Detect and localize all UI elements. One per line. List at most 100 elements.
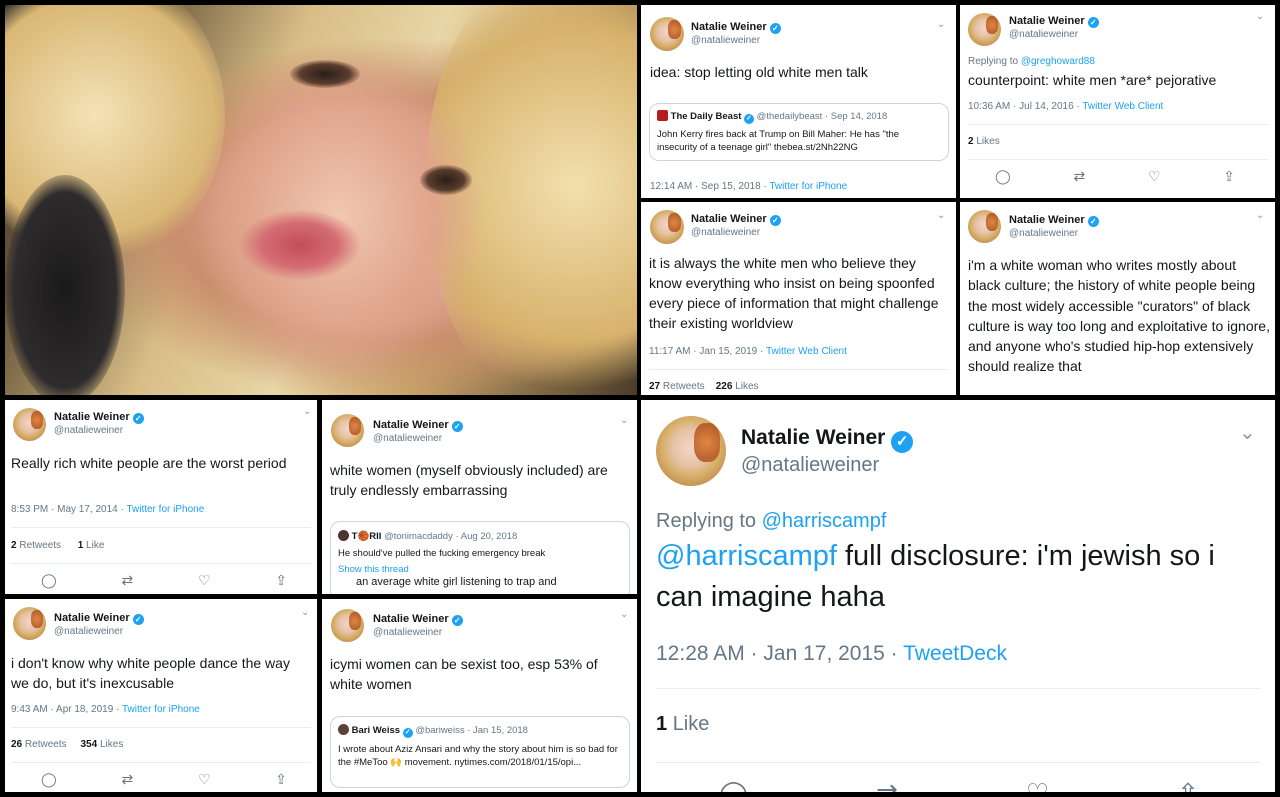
chevron-down-icon[interactable]: ⌄ xyxy=(937,210,945,221)
client-link[interactable]: Twitter Web Client xyxy=(1082,101,1163,112)
avatar[interactable] xyxy=(13,408,46,441)
verified-badge-icon: ✓ xyxy=(451,421,463,432)
verified-badge-icon: ✓ xyxy=(402,728,413,738)
quote-name: Bari Weiss xyxy=(351,725,401,736)
reply-icon[interactable]: ◯ xyxy=(41,572,57,589)
tweet-card-3[interactable]: Natalie Weiner ✓ @natalieweiner ⌄ it is … xyxy=(641,202,956,395)
client-link[interactable]: Twitter Web Client xyxy=(766,346,847,357)
chevron-down-icon[interactable]: ⌄ xyxy=(303,406,311,417)
replying-to: Replying to @harriscampf xyxy=(656,510,887,532)
user-handle: @natalieweiner xyxy=(741,454,880,476)
tweet-card-7[interactable]: Natalie Weiner ✓ @natalieweiner ⌄ i don'… xyxy=(5,599,317,792)
tweet-card-2[interactable]: Natalie Weiner ✓ @natalieweiner ⌄ Replyi… xyxy=(960,5,1275,198)
tweet-card-1[interactable]: Natalie Weiner ✓ @natalieweiner ⌄ idea: … xyxy=(641,5,956,198)
display-name[interactable]: Natalie Weiner ✓ xyxy=(741,426,914,453)
verified-badge-icon: ✓ xyxy=(891,431,914,453)
action-bar: ◯ ⇄ ♡ ⇪ xyxy=(41,572,287,589)
reply-icon[interactable]: ◯ xyxy=(41,771,57,788)
tweet-timestamp: 9:43 AM · Apr 18, 2019 · Twitter for iPh… xyxy=(11,704,200,715)
divider xyxy=(968,124,1268,125)
reply-icon[interactable]: ◯ xyxy=(719,778,748,792)
share-icon[interactable]: ⇪ xyxy=(275,572,287,589)
client-link[interactable]: Twitter for iPhone xyxy=(126,504,204,515)
avatar[interactable] xyxy=(968,210,1001,243)
tweet-card-4[interactable]: Natalie Weiner ✓ @natalieweiner ⌄ i'm a … xyxy=(960,202,1275,395)
tweet-stats[interactable]: 2 Likes xyxy=(968,136,1000,147)
heart-icon[interactable]: ♡ xyxy=(198,771,211,788)
share-icon[interactable]: ⇪ xyxy=(1223,168,1235,185)
chevron-down-icon[interactable]: ⌄ xyxy=(937,19,945,30)
heart-icon[interactable]: ♡ xyxy=(1026,778,1049,792)
quoted-tweet[interactable]: Bari Weiss ✓ @bariweiss · Jan 15, 2018 I… xyxy=(330,716,630,788)
display-name[interactable]: Natalie Weiner ✓ xyxy=(691,213,781,226)
avatar[interactable] xyxy=(656,416,726,486)
display-name[interactable]: Natalie Weiner ✓ xyxy=(54,411,144,424)
retweet-icon[interactable]: ⇄ xyxy=(121,771,133,788)
avatar[interactable] xyxy=(331,414,364,447)
user-handle: @natalieweiner xyxy=(54,425,124,436)
display-name[interactable]: Natalie Weiner ✓ xyxy=(373,613,463,626)
display-name[interactable]: Natalie Weiner ✓ xyxy=(691,21,781,34)
tweet-text: icymi women can be sexist too, esp 53% o… xyxy=(330,656,598,692)
quoted-tweet[interactable]: T🏀RII @toriimacdaddy · Aug 20, 2018 He s… xyxy=(330,521,630,594)
chevron-down-icon[interactable]: ⌄ xyxy=(301,607,309,618)
tweet-card-5[interactable]: Natalie Weiner ✓ @natalieweiner ⌄ Really… xyxy=(5,400,317,594)
chevron-down-icon[interactable]: ⌄ xyxy=(1256,210,1264,221)
quote-avatar xyxy=(338,724,349,735)
chevron-down-icon[interactable]: ⌄ xyxy=(620,415,628,426)
display-name[interactable]: Natalie Weiner ✓ xyxy=(373,419,463,432)
user-handle: @natalieweiner xyxy=(373,627,443,638)
verified-badge-icon: ✓ xyxy=(744,114,755,124)
tweet-text: counterpoint: white men *are* pejorative xyxy=(968,72,1217,88)
user-handle: @natalieweiner xyxy=(691,227,761,238)
avatar[interactable] xyxy=(650,17,684,51)
reply-mention[interactable]: @harriscampf xyxy=(762,510,887,532)
quote-date: · Aug 20, 2018 xyxy=(455,531,518,542)
heart-icon[interactable]: ♡ xyxy=(198,572,211,589)
avatar[interactable] xyxy=(331,609,364,642)
tweet-timestamp: 10:36 AM · Jul 14, 2016 · Twitter Web Cl… xyxy=(968,101,1164,112)
tweet-card-8[interactable]: Natalie Weiner ✓ @natalieweiner ⌄ icymi … xyxy=(322,599,637,792)
divider xyxy=(11,727,311,728)
quote-text: He should've pulled the fucking emergenc… xyxy=(338,548,546,559)
quoted-tweet[interactable]: The Daily Beast ✓ @thedailybeast · Sep 1… xyxy=(649,103,949,161)
tweet-stats[interactable]: 1 Like xyxy=(656,713,709,736)
display-name[interactable]: Natalie Weiner ✓ xyxy=(1009,214,1099,227)
quote-text: I wrote about Aziz Ansari and why the st… xyxy=(338,744,618,768)
display-name[interactable]: Natalie Weiner ✓ xyxy=(1009,15,1099,28)
action-bar: ◯ ⇄ ♡ ⇪ xyxy=(41,771,287,788)
reply-icon[interactable]: ◯ xyxy=(995,168,1011,185)
verified-badge-icon: ✓ xyxy=(132,413,144,424)
chevron-down-icon[interactable]: ⌄ xyxy=(1256,11,1264,22)
verified-badge-icon: ✓ xyxy=(451,615,463,626)
retweet-icon[interactable]: ⇄ xyxy=(1073,168,1085,185)
chevron-down-icon[interactable]: ⌄ xyxy=(620,609,628,620)
client-link[interactable]: TweetDeck xyxy=(903,642,1007,665)
retweet-icon[interactable]: ⇄ xyxy=(121,572,133,589)
tweet-card-6[interactable]: Natalie Weiner ✓ @natalieweiner ⌄ white … xyxy=(322,400,637,594)
client-link[interactable]: Twitter for iPhone xyxy=(122,704,200,715)
tweet-stats[interactable]: 27 Retweets 226 Likes xyxy=(649,381,759,392)
tweet-stats[interactable]: 2 Retweets 1 Like xyxy=(11,540,104,551)
verified-badge-icon: ✓ xyxy=(1087,216,1099,227)
chevron-down-icon[interactable]: ⌄ xyxy=(1239,420,1256,445)
share-icon[interactable]: ⇪ xyxy=(1177,778,1199,792)
share-icon[interactable]: ⇪ xyxy=(275,771,287,788)
avatar[interactable] xyxy=(650,210,684,244)
reply-mention[interactable]: @greghoward88 xyxy=(1021,56,1095,67)
tweet-timestamp: 12:14 AM · Sep 15, 2018 · Twitter for iP… xyxy=(650,181,848,192)
client-link[interactable]: Twitter for iPhone xyxy=(769,181,847,192)
retweet-icon[interactable]: ⇄ xyxy=(876,778,898,792)
avatar[interactable] xyxy=(13,607,46,640)
heart-icon[interactable]: ♡ xyxy=(1148,168,1161,185)
show-thread-link[interactable]: Show this thread xyxy=(338,564,622,575)
tweet-text: i'm a white woman who writes mostly abou… xyxy=(968,257,1270,375)
tweet-text: i don't know why white people dance the … xyxy=(11,655,290,691)
tweet-stats[interactable]: 26 Retweets 354 Likes xyxy=(11,739,123,750)
display-name[interactable]: Natalie Weiner ✓ xyxy=(54,612,144,625)
tweet-mention[interactable]: @harriscampf xyxy=(656,540,837,572)
tweet-card-9[interactable]: Natalie Weiner ✓ @natalieweiner ⌄ Replyi… xyxy=(641,400,1275,792)
quote-text: John Kerry fires back at Trump on Bill M… xyxy=(657,129,900,153)
divider xyxy=(968,159,1268,160)
avatar[interactable] xyxy=(968,13,1001,46)
